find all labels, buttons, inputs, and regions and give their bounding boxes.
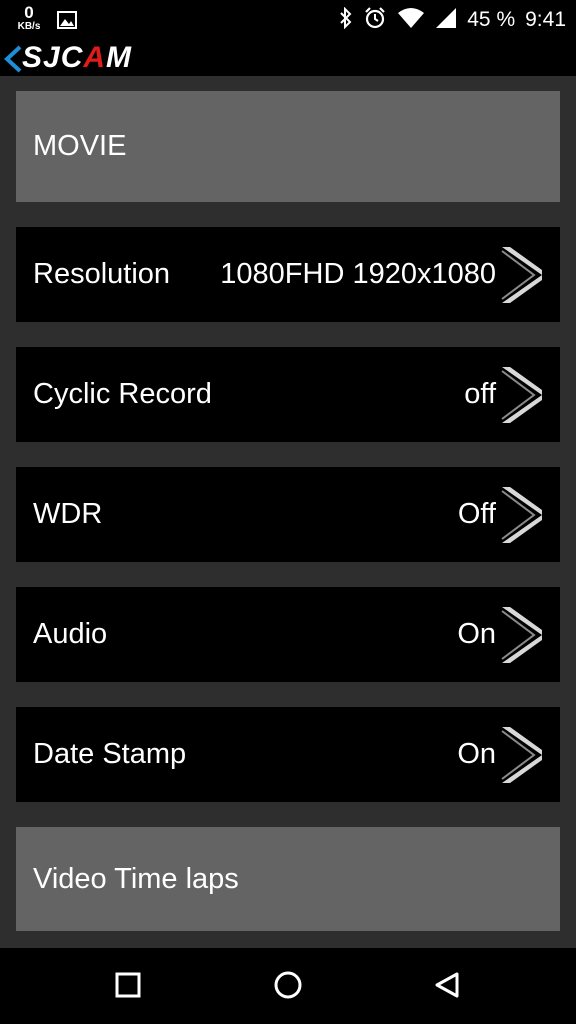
chevron-right-icon: [501, 606, 542, 663]
setting-value: Off: [457, 498, 496, 530]
setting-value: off: [464, 378, 496, 410]
triangle-back-icon: [435, 972, 459, 998]
clock: 9:41: [525, 8, 566, 31]
setting-label: Cyclic Record: [33, 378, 212, 410]
back-button[interactable]: [433, 971, 461, 1006]
battery-level: 45 %: [467, 8, 516, 31]
chevron-left-icon[interactable]: [2, 44, 24, 79]
setting-row-audio[interactable]: Audio On: [16, 587, 560, 682]
image-icon: [57, 11, 77, 34]
network-speed-value: 0: [24, 3, 34, 22]
navigation-bar: [0, 948, 576, 1024]
setting-value: 1080FHD 1920x1080: [220, 258, 496, 290]
network-speed-unit: KB/s: [17, 21, 41, 32]
logo-accent: A: [83, 41, 107, 74]
setting-row-wdr[interactable]: WDR Off: [16, 467, 560, 562]
logo-prefix: SJC: [22, 41, 84, 74]
circle-icon: [274, 971, 302, 999]
setting-label: Resolution: [33, 258, 171, 290]
wifi-icon: [397, 7, 425, 34]
chevron-right-icon: [501, 486, 542, 543]
home-button[interactable]: [272, 971, 304, 1008]
section-header-label: MOVIE: [33, 130, 127, 162]
section-header-video-time-laps: Video Time laps: [16, 827, 560, 931]
setting-row-cyclic-record[interactable]: Cyclic Record off: [16, 347, 560, 442]
setting-label: WDR: [33, 498, 103, 530]
setting-label: Audio: [33, 618, 108, 650]
chevron-right-icon: [501, 726, 542, 783]
app-bar: SJC A M: [0, 40, 576, 76]
signal-icon: [435, 7, 457, 34]
chevron-right-icon: [501, 366, 542, 423]
chevron-right-icon: [501, 246, 542, 303]
square-icon: [115, 972, 141, 998]
section-header-label: Video Time laps: [33, 862, 239, 895]
logo-suffix: M: [106, 41, 133, 74]
network-speed: 0 KB/s: [14, 4, 44, 32]
bluetooth-icon: [339, 6, 353, 34]
setting-row-resolution[interactable]: Resolution 1080FHD 1920x1080: [16, 227, 560, 322]
setting-row-date-stamp[interactable]: Date Stamp On: [16, 707, 560, 802]
section-header-movie: MOVIE: [16, 91, 560, 202]
alarm-icon: [363, 6, 387, 35]
setting-label: Date Stamp: [33, 738, 187, 770]
setting-value: On: [457, 738, 496, 770]
setting-value: On: [457, 618, 496, 650]
app-logo: SJC A M: [22, 41, 132, 75]
status-bar: 0 KB/s 45 % 9:41: [0, 0, 576, 40]
recents-button[interactable]: [114, 971, 142, 1004]
